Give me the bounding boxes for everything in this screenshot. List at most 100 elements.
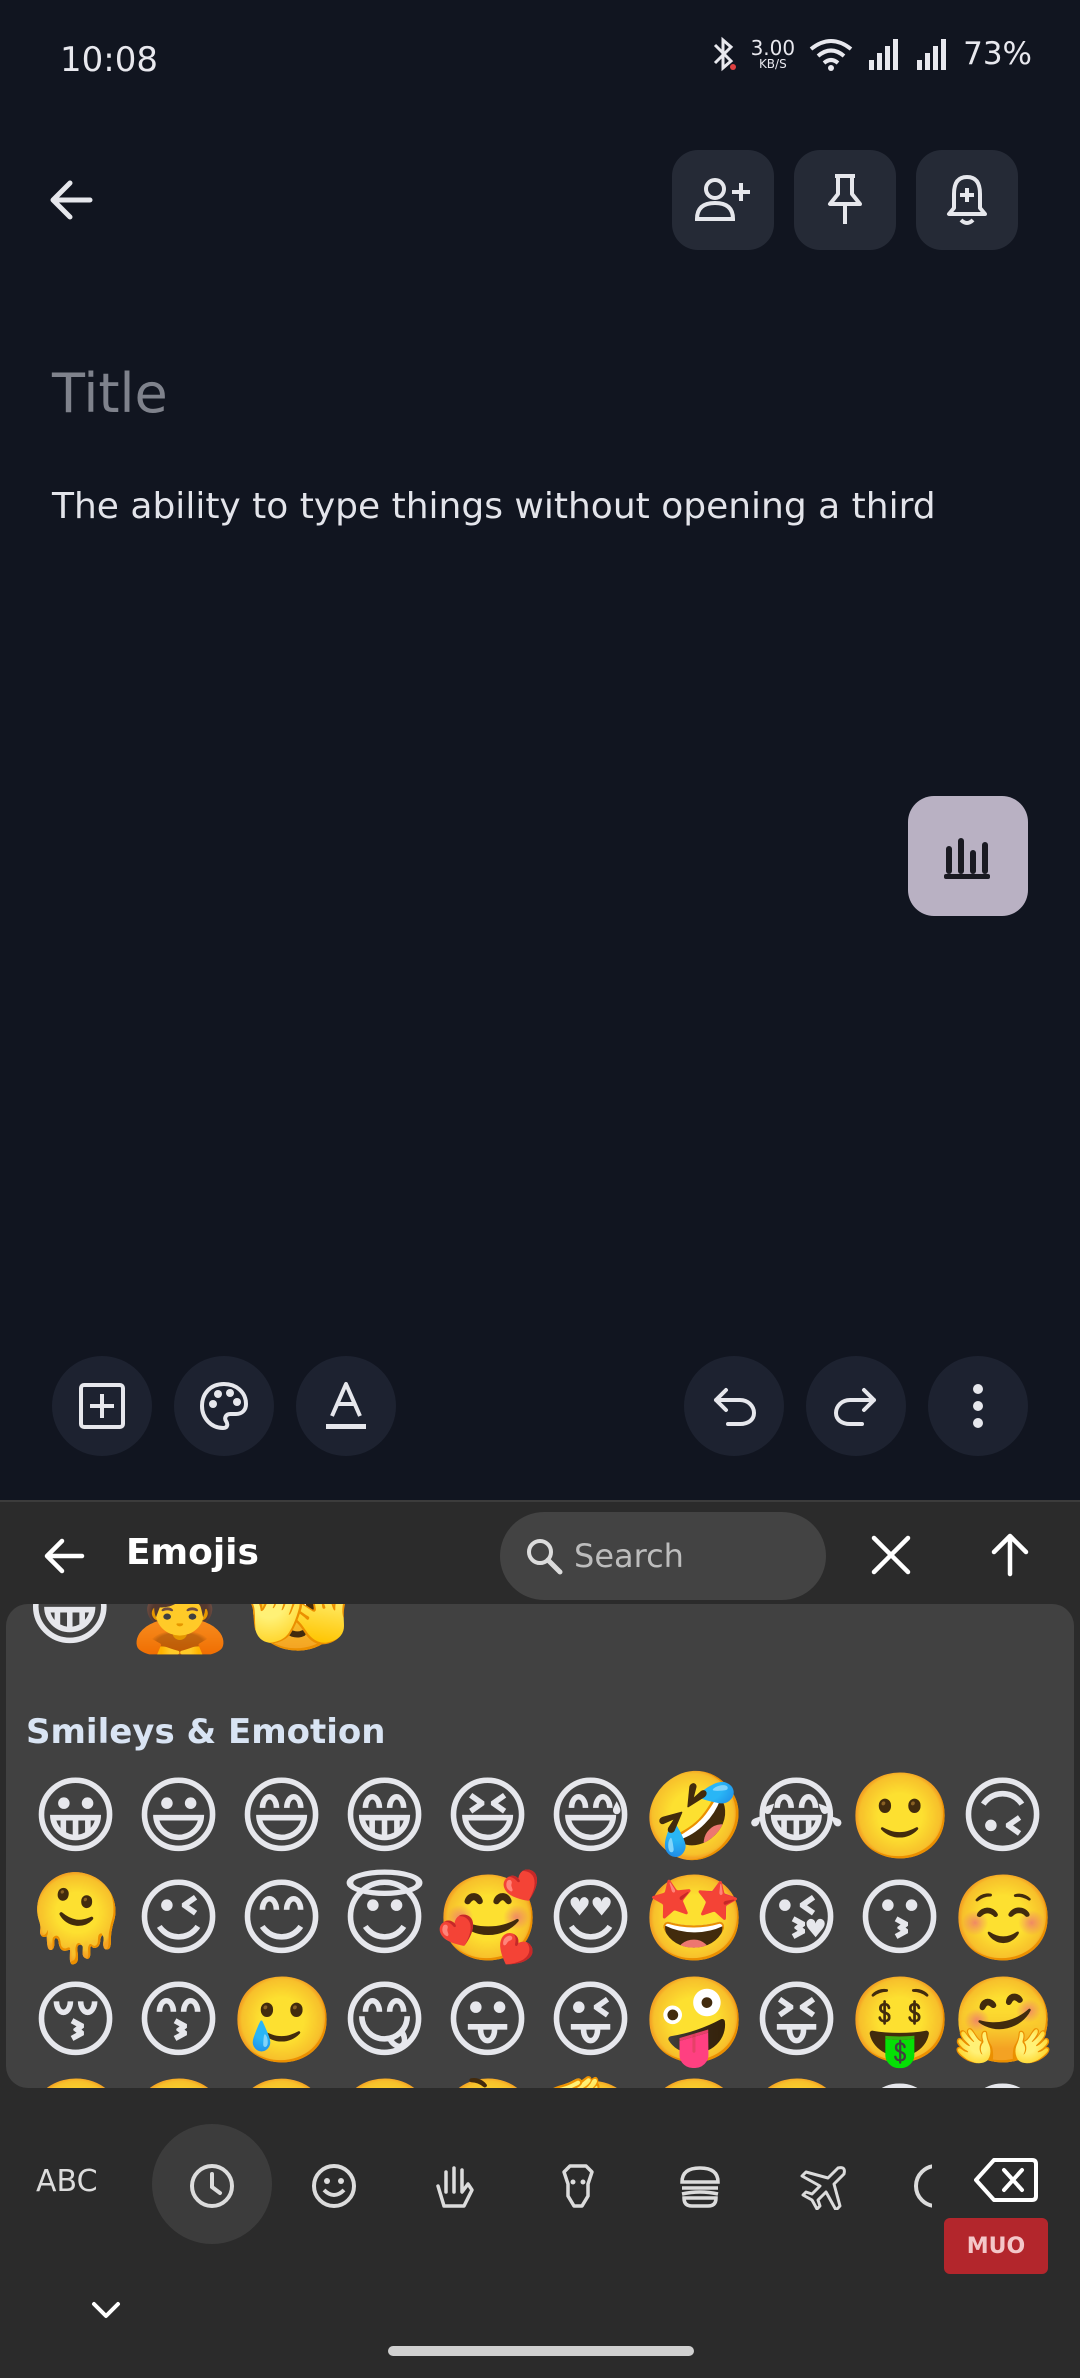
- background-options-button[interactable]: [174, 1356, 274, 1456]
- emoji-key[interactable]: 😇: [333, 1876, 436, 1978]
- status-time: 10:08: [60, 40, 158, 80]
- back-button[interactable]: [42, 170, 102, 230]
- text-format-icon: [326, 1382, 366, 1429]
- emoji-key[interactable]: 😘: [745, 1876, 848, 1978]
- status-icons: 3.00 KB/S 73%: [709, 36, 1032, 72]
- emoji-key[interactable]: 😝: [745, 1978, 848, 2080]
- redo-button[interactable]: [806, 1356, 906, 1456]
- emoji-key[interactable]: 😊: [230, 1876, 333, 1978]
- redo-icon: [834, 1388, 876, 1426]
- smiley-icon[interactable]: [310, 2162, 358, 2210]
- emoji-key[interactable]: 😍: [539, 1876, 642, 1978]
- signal-2-icon: [915, 38, 949, 70]
- emoji-grid: 😀😃😄😁😆😅🤣😂🙂🙃 🫠😉😊😇🥰😍🤩😘😗☺️ 😚😙🥲😋😛😜🤪😝🤑🤗 🤭🫢🫣🤫🤔🫡🤐🤨😐…: [24, 1774, 1064, 2088]
- add-collaborator-icon: [694, 178, 750, 221]
- emoji-key[interactable]: 😋: [333, 1978, 436, 2080]
- emoji-key[interactable]: 🤪: [642, 1978, 747, 2080]
- emoji-key[interactable]: 😄: [230, 1774, 333, 1876]
- arrow-up-icon: [991, 1533, 1029, 1577]
- note-body-input[interactable]: The ability to type things without openi…: [52, 486, 936, 527]
- undo-button[interactable]: [684, 1356, 784, 1456]
- emoji-key[interactable]: 🥲: [230, 1978, 335, 2080]
- gesture-hands-icon[interactable]: [432, 2162, 480, 2210]
- emoji-key[interactable]: 🫡: [539, 2080, 644, 2088]
- emoji-panel: 😁 🙇 🫣 Smileys & Emotion 😀 😃 😄 😁 😆 😅 🤣 😂 🙂 🙃 🫠 😉 😊 😇 🥰 😍…: [6, 1604, 1074, 2088]
- emoji-key[interactable]: 😛: [436, 1978, 539, 2080]
- activity-icon[interactable]: [912, 2162, 932, 2210]
- emoji-key[interactable]: ☺️: [951, 1876, 1056, 1978]
- emoji-key[interactable]: 🤑: [848, 1978, 953, 2080]
- emoji-key[interactable]: 😂: [745, 1774, 848, 1876]
- close-keyboard-panel-button[interactable]: [868, 1532, 914, 1578]
- emoji-key[interactable]: 😀: [24, 1774, 127, 1876]
- emoji-key[interactable]: 🤣: [642, 1774, 747, 1876]
- abc-button[interactable]: ABC: [36, 2164, 98, 2199]
- emoji-key[interactable]: 🤨: [745, 2080, 850, 2088]
- recent-emoji-row: 😁 🙇 🫣: [26, 1604, 351, 1650]
- emoji-key[interactable]: 😁: [26, 1604, 114, 1650]
- reminder-button[interactable]: [916, 150, 1018, 250]
- emoji-key[interactable]: 🤫: [333, 2080, 438, 2088]
- emoji-key[interactable]: 😚: [24, 1978, 127, 2080]
- more-options-button[interactable]: [928, 1356, 1028, 1456]
- travel-plane-icon[interactable]: [798, 2162, 846, 2210]
- search-placeholder: Search: [574, 1537, 684, 1575]
- keyboard-title: Emojis: [126, 1532, 259, 1573]
- backspace-icon: [974, 2158, 1038, 2202]
- emoji-key[interactable]: 🤗: [951, 1978, 1056, 2080]
- emoji-key[interactable]: 😙: [127, 1978, 230, 2080]
- text-format-button[interactable]: [296, 1356, 396, 1456]
- keyboard-back-button[interactable]: [40, 1532, 88, 1580]
- emoji-key[interactable]: 🤐: [642, 2080, 747, 2088]
- add-collaborator-button[interactable]: [672, 150, 774, 250]
- wifi-icon: [809, 37, 853, 71]
- emoji-key[interactable]: 🫢: [127, 2080, 232, 2088]
- emoji-key[interactable]: 🫠: [24, 1876, 129, 1978]
- chevron-down-icon: [92, 2302, 120, 2318]
- search-icon: [524, 1536, 564, 1576]
- emoji-key[interactable]: 😐: [848, 2080, 951, 2088]
- back-arrow-icon: [44, 1538, 85, 1574]
- animal-icon[interactable]: [554, 2162, 602, 2210]
- undo-icon: [714, 1388, 756, 1426]
- emoji-key[interactable]: 🫣: [230, 2080, 335, 2088]
- emoji-section-title: Smileys & Emotion: [26, 1712, 386, 1752]
- home-gesture-bar[interactable]: [388, 2346, 694, 2356]
- more-vert-icon: [973, 1384, 983, 1428]
- emoji-key[interactable]: 🤔: [436, 2080, 541, 2088]
- add-box-icon: [79, 1383, 125, 1429]
- emoji-key[interactable]: 🙃: [951, 1774, 1054, 1876]
- emoji-search-field[interactable]: Search: [500, 1512, 826, 1600]
- pin-button[interactable]: [794, 150, 896, 250]
- emoji-key[interactable]: 🙂: [848, 1774, 953, 1876]
- emoji-key[interactable]: 😁: [333, 1774, 436, 1876]
- food-icon[interactable]: [676, 2162, 724, 2210]
- note-title-input[interactable]: Title: [52, 362, 168, 425]
- battery-level: 73%: [963, 36, 1032, 72]
- palette-icon: [199, 1381, 249, 1431]
- emoji-key[interactable]: 😅: [539, 1774, 642, 1876]
- reminder-bell-icon: [947, 175, 987, 225]
- emoji-key[interactable]: 🤩: [642, 1876, 747, 1978]
- emoji-key[interactable]: 😜: [539, 1978, 642, 2080]
- signal-1-icon: [867, 38, 901, 70]
- recent-clock-icon[interactable]: [188, 2162, 236, 2210]
- voice-input-button[interactable]: [908, 796, 1028, 916]
- emoji-key[interactable]: 😉: [127, 1876, 230, 1978]
- emoji-key[interactable]: 😑: [951, 2080, 1054, 2088]
- back-arrow-icon: [50, 180, 93, 220]
- pin-icon: [828, 174, 862, 224]
- emoji-key[interactable]: 🤭: [24, 2080, 129, 2088]
- watermark-logo: MUO: [944, 2218, 1048, 2274]
- emoji-keyboard: Emojis Search 😁 🙇 🫣 Smileys & Emotion 😀 😃…: [0, 1500, 1080, 2378]
- backspace-button[interactable]: [974, 2156, 1038, 2204]
- expand-up-button[interactable]: [986, 1530, 1034, 1578]
- emoji-key[interactable]: 😗: [848, 1876, 951, 1978]
- emoji-key[interactable]: 🫣: [246, 1604, 351, 1650]
- emoji-key[interactable]: 😆: [436, 1774, 539, 1876]
- add-content-button[interactable]: [52, 1356, 152, 1456]
- emoji-key[interactable]: 😃: [127, 1774, 230, 1876]
- emoji-key[interactable]: 🥰: [436, 1876, 541, 1978]
- emoji-key[interactable]: 🙇: [128, 1604, 233, 1650]
- hide-keyboard-button[interactable]: [90, 2300, 122, 2320]
